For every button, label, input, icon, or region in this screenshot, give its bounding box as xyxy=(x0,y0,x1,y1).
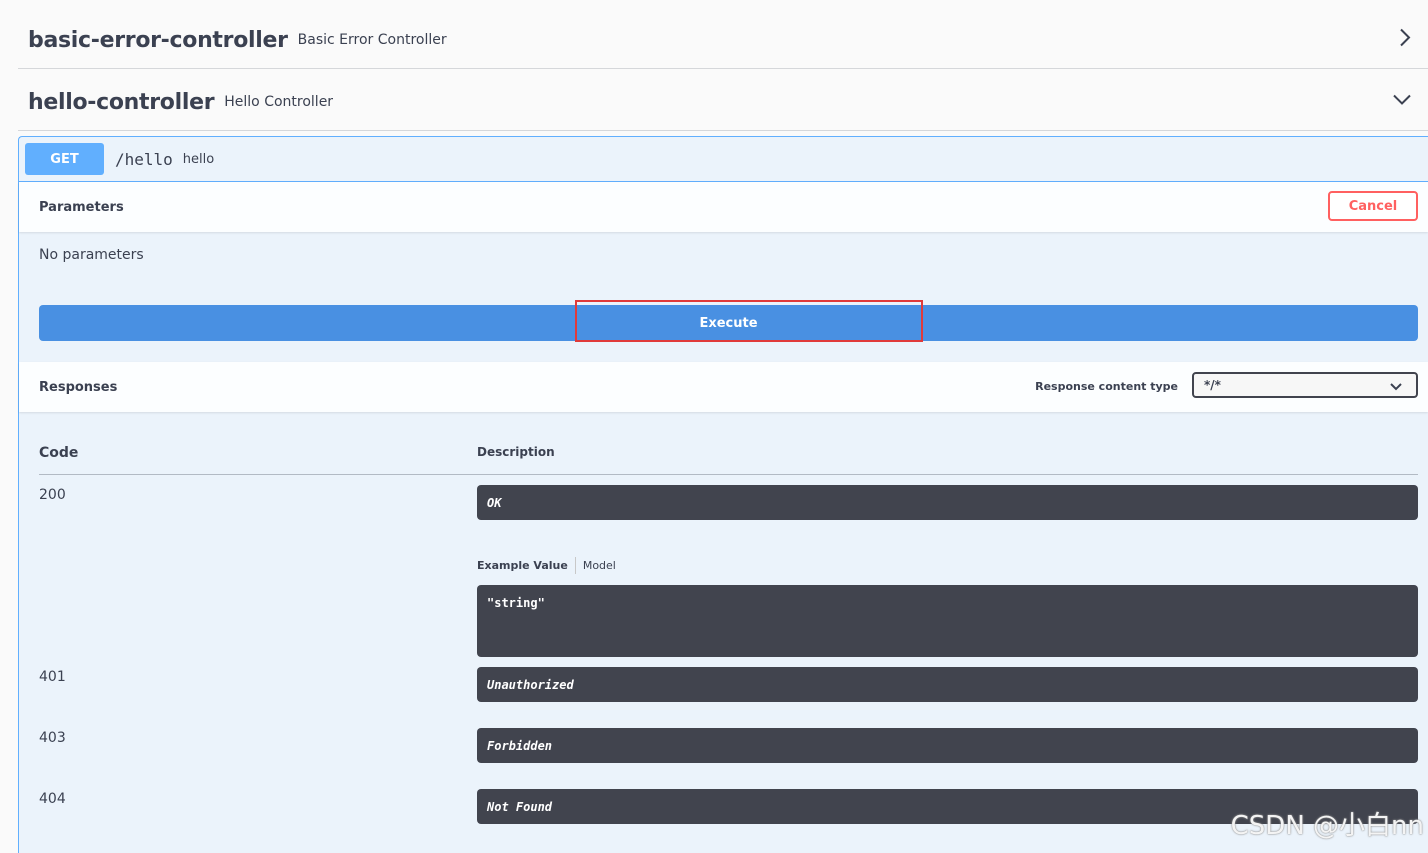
response-message: Unauthorized xyxy=(477,667,1418,702)
tab-model[interactable]: Model xyxy=(576,559,616,572)
tag-name: hello-controller xyxy=(28,89,215,115)
tab-example-value[interactable]: Example Value xyxy=(477,559,575,572)
method-badge: GET xyxy=(25,143,104,175)
description-column-header: Description xyxy=(477,445,555,459)
tag-description: Basic Error Controller xyxy=(297,32,447,48)
chevron-right-icon[interactable] xyxy=(1398,28,1412,53)
cancel-button[interactable]: Cancel xyxy=(1328,191,1418,221)
tag-description: Hello Controller xyxy=(224,94,334,110)
chevron-down-icon xyxy=(1390,381,1402,395)
responses-title: Responses xyxy=(39,379,118,395)
response-content-type-label: Response content type xyxy=(1035,380,1178,393)
watermark: CSDN @小白nn xyxy=(1230,811,1424,841)
example-value-box: "string" xyxy=(477,585,1418,657)
response-message: Forbidden xyxy=(477,728,1418,763)
response-code: 403 xyxy=(39,730,66,746)
code-column-header: Code xyxy=(39,445,79,461)
tag-name: basic-error-controller xyxy=(28,27,288,53)
chevron-down-icon[interactable] xyxy=(1392,93,1412,112)
responses-header: Responses Response content type */* xyxy=(19,362,1428,412)
response-code: 200 xyxy=(39,487,66,503)
parameters-title: Parameters xyxy=(39,199,124,215)
response-content-type-value: */* xyxy=(1204,378,1221,392)
table-header-divider xyxy=(39,474,1418,475)
response-message: OK xyxy=(477,485,1418,520)
operation-path: /hello xyxy=(115,149,173,169)
parameters-header: Parameters Cancel xyxy=(19,182,1428,232)
response-code: 404 xyxy=(39,791,66,807)
response-content-type-select[interactable]: */* xyxy=(1192,372,1418,398)
example-model-tabs: Example Value Model xyxy=(477,557,616,574)
operation-summary[interactable]: GET /hello hello xyxy=(19,137,1428,182)
tag-basic-error-controller[interactable]: basic-error-controller Basic Error Contr… xyxy=(18,12,1428,69)
no-parameters-text: No parameters xyxy=(39,247,144,263)
tag-hello-controller[interactable]: hello-controller Hello Controller xyxy=(18,74,1428,131)
execute-highlight-box xyxy=(575,300,923,342)
operation-summary-text: hello xyxy=(182,151,215,167)
response-code: 401 xyxy=(39,669,66,685)
operation-get-hello: GET /hello hello Parameters Cancel No pa… xyxy=(18,136,1428,853)
